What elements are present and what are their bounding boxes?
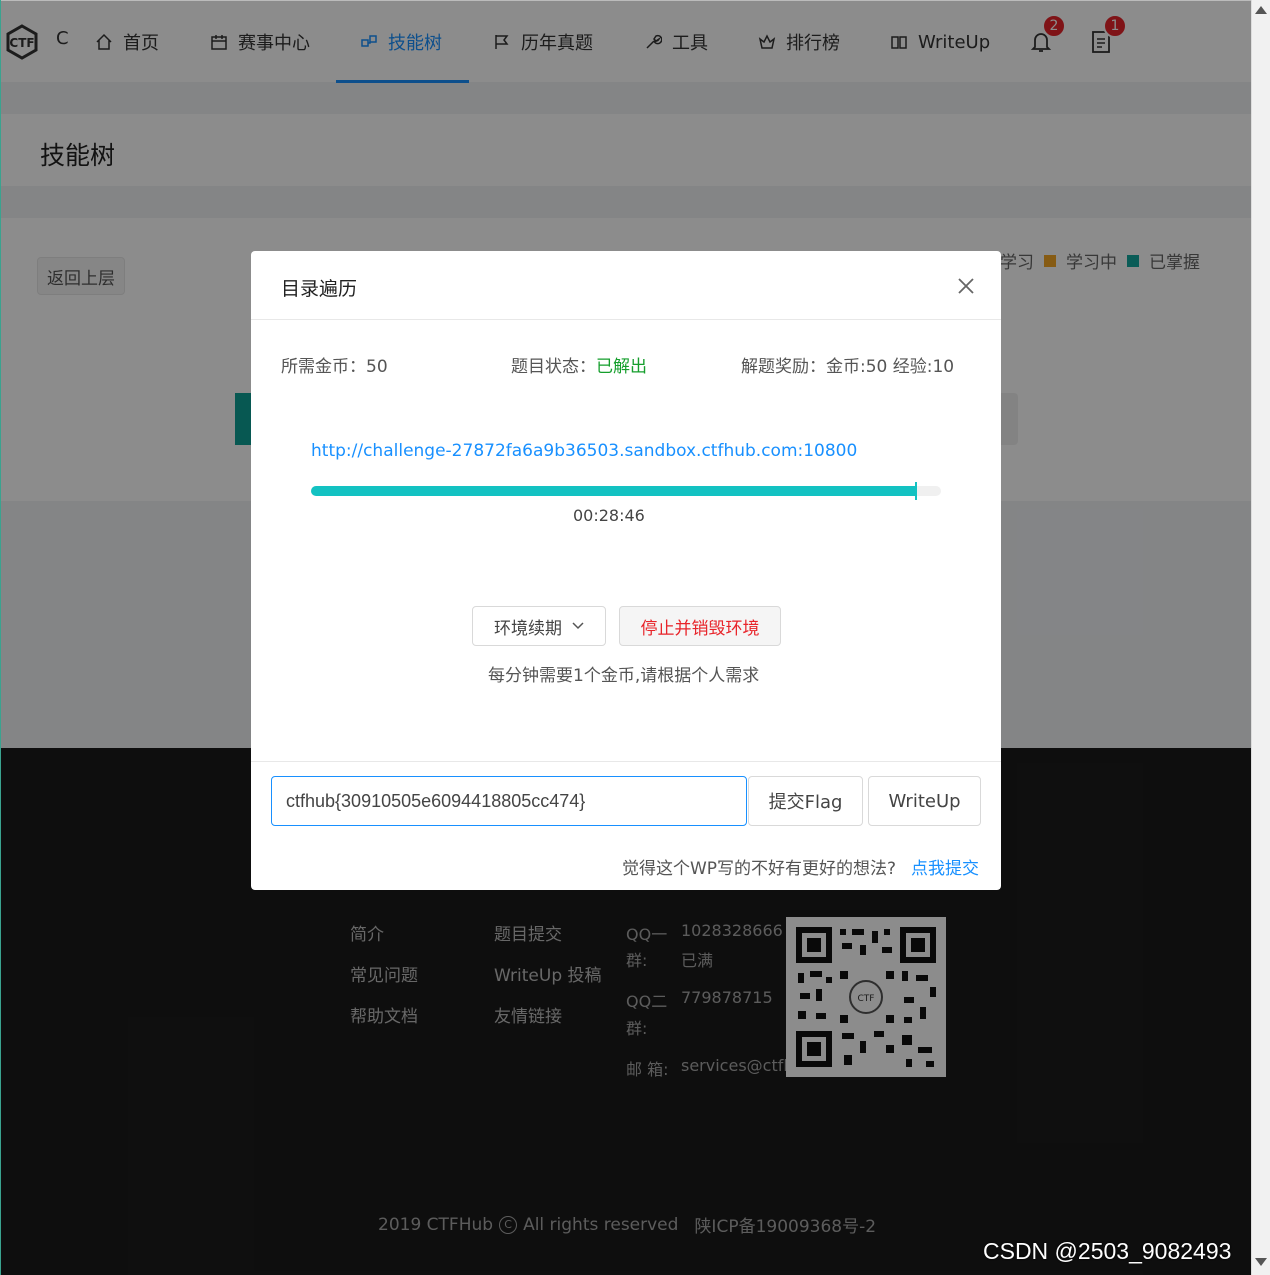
solve-reward-label: 解题奖励： — [741, 357, 826, 377]
close-icon[interactable] — [955, 275, 977, 297]
cost-hint: 每分钟需要1个金币,请根据个人需求 — [488, 666, 760, 686]
destroy-environment-button[interactable]: 停止并销毁环境 — [619, 606, 781, 646]
remaining-time: 00:28:46 — [573, 506, 645, 525]
problem-status: 题目状态：已解出 — [511, 352, 647, 377]
modal-header: 目录遍历 — [251, 251, 1001, 320]
scroll-down-arrow-icon[interactable] — [1255, 1258, 1267, 1266]
challenge-url-link[interactable]: http://challenge-27872fa6a9b36503.sandbo… — [311, 441, 857, 461]
solve-reward: 解题奖励：金币:50 经验:10 — [741, 352, 954, 377]
window-border — [0, 0, 1251, 1]
solve-reward-value: 金币:50 经验:10 — [826, 357, 955, 377]
required-coins-label: 所需金币： — [281, 357, 366, 377]
environment-time-progress — [311, 482, 941, 500]
csdn-watermark: CSDN @2503_9082493 — [983, 1238, 1232, 1264]
scroll-up-arrow-icon[interactable] — [1255, 6, 1267, 14]
problem-status-label: 题目状态： — [511, 357, 596, 377]
vertical-scrollbar[interactable] — [1251, 0, 1270, 1275]
wp-feedback-note: 觉得这个WP写的不好有更好的想法? — [622, 859, 897, 879]
wp-submit-link[interactable]: 点我提交 — [911, 854, 979, 879]
submit-flag-button[interactable]: 提交Flag — [748, 776, 863, 826]
renew-label: 环境续期 — [494, 618, 562, 639]
writeup-button[interactable]: WriteUp — [868, 776, 981, 826]
window-border — [0, 0, 1, 1275]
progress-marker — [914, 482, 917, 500]
flag-input[interactable] — [271, 776, 747, 826]
modal-divider — [251, 761, 1001, 762]
modal-title: 目录遍历 — [281, 278, 358, 300]
chevron-down-icon — [572, 622, 584, 630]
required-coins-value: 50 — [366, 357, 388, 377]
progress-fill — [311, 486, 916, 496]
required-coins: 所需金币：50 — [281, 352, 388, 377]
renew-environment-dropdown[interactable]: 环境续期 — [472, 606, 606, 646]
problem-status-value: 已解出 — [596, 357, 647, 377]
challenge-modal: 目录遍历 所需金币：50 题目状态：已解出 解题奖励：金币:50 经验:10 h… — [251, 251, 1001, 890]
